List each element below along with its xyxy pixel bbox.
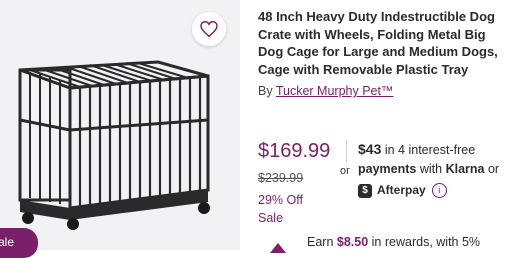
product-details: 48 Inch Heavy Duty Indestructible Dog Cr… [258, 8, 502, 98]
product-title: 48 Inch Heavy Duty Indestructible Dog Cr… [258, 9, 498, 77]
afterpay-row[interactable]: $ Afterpay i [358, 181, 505, 200]
klarna-link[interactable]: Klarna [446, 162, 485, 176]
brand-prefix: By [258, 84, 273, 98]
rewards-banner: Earn $8.50 in rewards, with 5% [270, 235, 505, 253]
afterpay-label: Afterpay [377, 183, 426, 197]
sale-badge: ale [0, 228, 38, 258]
payments-label: payments [358, 162, 417, 176]
or-label: or [340, 165, 350, 177]
or-after-klarna: or [487, 162, 500, 176]
installments-block: $43 in 4 interest-free payments with Kla… [358, 140, 505, 200]
rewards-suffix: in rewards, with 5% [371, 235, 481, 249]
rewards-prefix: Earn [307, 235, 334, 249]
afterpay-logo-icon: $ [358, 183, 372, 198]
price-divider [346, 140, 347, 162]
sale-label: Sale [258, 211, 284, 225]
dog-crate-image [18, 60, 210, 230]
with-label: with [419, 162, 443, 176]
rewards-icon [270, 243, 286, 253]
heart-icon [200, 21, 218, 37]
rewards-text: Earn $8.50 in rewards, with 5% [307, 235, 480, 249]
installment-line-2: payments with Klarna or [358, 160, 505, 179]
installment-line-1: $43 in 4 interest-free [358, 140, 505, 160]
favorite-button[interactable] [192, 12, 226, 46]
rewards-amount: $8.50 [336, 235, 369, 249]
installment-amount: $43 [358, 141, 382, 157]
product-image-panel[interactable]: ale [0, 0, 240, 258]
installment-suffix: in 4 interest-free [384, 143, 476, 157]
brand-link[interactable]: Tucker Murphy Pet™ [276, 84, 394, 98]
brand-row: By Tucker Murphy Pet™ [258, 84, 502, 98]
original-price: $239.99 [258, 171, 304, 185]
current-price: $169.99 [258, 140, 331, 162]
price-block: $169.99 $239.99 29% Off Sale [258, 140, 330, 225]
discount-label: 29% Off [258, 193, 303, 207]
info-icon[interactable]: i [431, 183, 447, 198]
